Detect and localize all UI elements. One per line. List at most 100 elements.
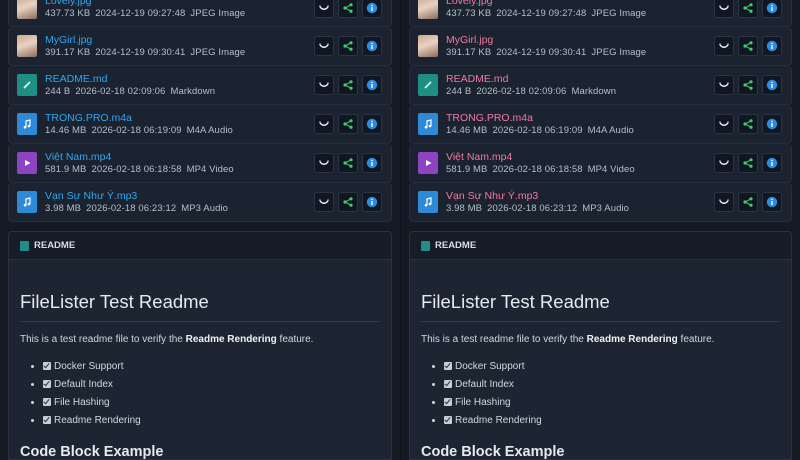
file-name-link[interactable]: Lovely.jpg [446,0,646,8]
file-name-link[interactable]: README.md [446,73,616,86]
share-button[interactable] [338,75,358,95]
share-button[interactable] [738,36,758,56]
readme-para-text: feature. [677,334,715,345]
file-name-link[interactable]: README.md [45,73,215,86]
info-button[interactable] [362,192,382,212]
preview-button[interactable] [714,75,734,95]
file-name-link[interactable]: MyGirl.jpg [446,34,646,47]
info-icon [366,118,378,130]
preview-button[interactable] [314,153,334,173]
file-row[interactable]: Việt Nam.mp4 581.9 MB 2026-02-18 06:18:58 M… [8,144,392,183]
readme-para-text: This is a test readme file to verify the [20,334,186,345]
checkbox-checked-icon [43,362,51,370]
share-button[interactable] [338,192,358,212]
share-button[interactable] [738,192,758,212]
preview-button[interactable] [714,36,734,56]
preview-button[interactable] [714,153,734,173]
file-row[interactable]: Lovely.jpg 437.73 KB 2024-12-19 09:27:48 JP… [8,0,392,27]
share-icon [342,40,354,52]
file-actions [714,153,782,173]
info-button[interactable] [362,114,382,134]
share-button[interactable] [338,114,358,134]
info-button[interactable] [762,114,782,134]
preview-button[interactable] [314,36,334,56]
readme-para-text: This is a test readme file to verify the [421,334,587,345]
readme-para-bold: Readme Rendering [586,334,678,345]
checklist-item: Default Index [43,376,380,394]
preview-button[interactable] [714,114,734,134]
share-button[interactable] [338,36,358,56]
file-row[interactable]: MyGirl.jpg 391.17 KB 2024-12-19 09:30:41 JP… [8,27,392,66]
preview-button[interactable] [714,0,734,18]
file-meta: Lovely.jpg 437.73 KB 2024-12-19 09:27:48 JP… [446,0,646,20]
file-row[interactable]: README.md 244 B 2026-02-18 02:09:06 Markdow… [8,66,392,105]
file-meta: TRONG.PRO.m4a 14.46 MB 2026-02-18 06:19:09… [45,112,233,137]
app-stage: Lovely.jpg 437.73 KB 2024-12-19 09:27:48 JP… [0,0,800,460]
info-button[interactable] [762,192,782,212]
eye-icon [718,118,730,130]
share-icon [342,118,354,130]
file-row[interactable]: Vạn Sự Như Ý.mp3 3.98 MB 2026-02-18 06:23:… [409,183,792,222]
file-row[interactable]: TRONG.PRO.m4a 14.46 MB 2026-02-18 06:19:09… [8,105,392,144]
file-name-link[interactable]: Lovely.jpg [45,0,245,8]
share-button[interactable] [738,0,758,18]
file-name-link[interactable]: MyGirl.jpg [45,34,245,47]
file-row[interactable]: MyGirl.jpg 391.17 KB 2024-12-19 09:30:41 JP… [409,27,792,66]
share-button[interactable] [738,153,758,173]
file-actions [314,153,382,173]
share-button[interactable] [738,114,758,134]
preview-button[interactable] [314,192,334,212]
file-name-link[interactable]: Việt Nam.mp4 [45,151,234,164]
checklist-item: Docker Support [444,358,780,376]
file-row[interactable]: Vạn Sự Như Ý.mp3 3.98 MB 2026-02-18 06:23:… [8,183,392,222]
file-type: MP3 Audio [582,202,630,214]
markdown-file-icon [421,240,430,251]
file-date: 2024-12-19 09:27:48 [496,8,587,20]
share-icon [742,196,754,208]
info-icon [366,196,378,208]
preview-button[interactable] [714,192,734,212]
file-name-link[interactable]: Vạn Sự Như Ý.mp3 [45,190,228,203]
info-button[interactable] [362,0,382,18]
checklist-item: Default Index [444,376,780,394]
file-name-link[interactable]: Vạn Sự Như Ý.mp3 [446,190,629,203]
readme-title: FileLister Test Readme [421,291,780,322]
file-row[interactable]: README.md 244 B 2026-02-18 02:09:06 Markdow… [409,66,792,105]
info-button[interactable] [762,0,782,18]
file-row[interactable]: Lovely.jpg 437.73 KB 2024-12-19 09:27:48 JP… [409,0,792,27]
readme-paragraph: This is a test readme file to verify the… [20,334,380,345]
file-details: 14.46 MB 2026-02-18 06:19:09 M4A Audio [45,125,233,137]
file-details: 437.73 KB 2024-12-19 09:27:48 JPEG Image [446,8,646,20]
file-row[interactable]: Việt Nam.mp4 581.9 MB 2026-02-18 06:18:58 M… [409,144,792,183]
info-button[interactable] [762,153,782,173]
preview-button[interactable] [314,0,334,18]
file-meta: TRONG.PRO.m4a 14.46 MB 2026-02-18 06:19:09… [446,112,634,137]
info-button[interactable] [362,153,382,173]
info-button[interactable] [762,36,782,56]
file-details: 581.9 MB 2026-02-18 06:18:58 MP4 Video [45,164,234,176]
checkbox-checked-icon [43,380,51,388]
image-thumbnail [418,35,438,57]
file-row[interactable]: TRONG.PRO.m4a 14.46 MB 2026-02-18 06:19:09… [409,105,792,144]
share-icon [742,157,754,169]
video-file-icon [17,152,37,174]
file-name-link[interactable]: TRONG.PRO.m4a [45,112,233,125]
file-name-link[interactable]: Việt Nam.mp4 [446,151,635,164]
share-button[interactable] [738,75,758,95]
file-name-link[interactable]: TRONG.PRO.m4a [446,112,634,125]
file-date: 2026-02-18 06:18:58 [91,163,182,175]
share-button[interactable] [338,153,358,173]
preview-button[interactable] [314,75,334,95]
info-button[interactable] [362,36,382,56]
file-size: 391.17 KB [446,46,492,58]
share-button[interactable] [338,0,358,18]
share-icon [342,157,354,169]
info-button[interactable] [762,75,782,95]
info-button[interactable] [362,75,382,95]
checkbox-checked-icon [43,416,51,424]
readme-header: README [410,232,791,260]
preview-button[interactable] [314,114,334,134]
file-date: 2026-02-18 06:19:09 [492,124,583,136]
readme-header: README [9,232,391,260]
file-size: 391.17 KB [45,46,91,58]
